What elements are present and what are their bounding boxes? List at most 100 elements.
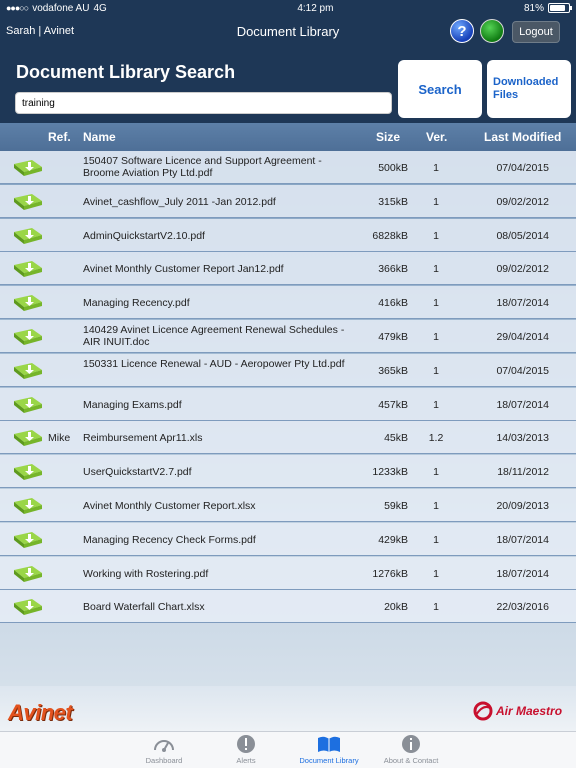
table-header: Ref. Name Size Ver. Last Modified — [0, 123, 576, 151]
tab-label-about-contact: About & Contact — [383, 756, 439, 765]
table-row[interactable]: 150407 Software Licence and Support Agre… — [0, 151, 576, 184]
download-icon[interactable] — [12, 192, 44, 212]
row-last-modified: 22/03/2016 — [496, 601, 549, 614]
row-last-modified: 18/07/2014 — [496, 533, 549, 546]
download-icon[interactable] — [12, 259, 44, 279]
column-header-size[interactable]: Size — [376, 130, 400, 144]
tab-about-contact[interactable]: About & Contact — [371, 734, 451, 765]
table-row[interactable]: Avinet_cashflow_July 2011 -Jan 2012.pdf 3… — [0, 184, 576, 218]
airmaestro-logo: Air Maestro — [472, 700, 562, 722]
download-icon[interactable] — [12, 530, 44, 550]
table-row[interactable]: Board Waterfall Chart.xlsx 20kB 1 22/03/201… — [0, 590, 576, 624]
row-size: 365kB — [378, 364, 408, 377]
logo-bar: Avinet Air Maestro — [0, 686, 576, 731]
row-last-modified: 29/04/2014 — [496, 331, 549, 343]
row-name: Avinet Monthly Customer Report Jan12.pdf — [83, 263, 284, 276]
table-row[interactable]: 150331 Licence Renewal - AUD - Aeropower… — [0, 353, 576, 387]
signal-strength-icon: ●●●○○ — [6, 3, 29, 13]
row-last-modified: 20/09/2013 — [496, 500, 549, 512]
row-version: 1 — [433, 466, 439, 479]
row-size: 500kB — [378, 162, 408, 174]
download-icon[interactable] — [12, 158, 44, 178]
tab-alerts[interactable]: Alerts — [206, 734, 286, 765]
download-icon[interactable] — [12, 428, 44, 448]
carrier-name: vodafone AU — [32, 2, 90, 14]
status-time: 4:12 pm — [297, 2, 334, 14]
row-last-modified: 07/04/2015 — [496, 364, 549, 377]
download-icon[interactable] — [12, 597, 44, 617]
table-row[interactable]: Avinet Monthly Customer Report Jan12.pdf… — [0, 252, 576, 286]
row-version: 1 — [433, 398, 439, 411]
row-size: 6828kB — [372, 229, 408, 242]
row-last-modified: 14/03/2013 — [496, 432, 549, 445]
search-button[interactable]: Search — [398, 60, 482, 118]
row-name: Board Waterfall Chart.xlsx — [83, 601, 205, 614]
tab-dashboard[interactable]: Dashboard — [124, 734, 204, 765]
row-size: 479kB — [378, 331, 408, 343]
download-icon[interactable] — [12, 496, 44, 516]
row-last-modified: 18/07/2014 — [496, 398, 549, 411]
table-row[interactable]: Managing Exams.pdf 457kB 1 18/07/2014 — [0, 387, 576, 421]
row-size: 457kB — [378, 398, 408, 411]
row-last-modified: 18/11/2012 — [497, 466, 549, 479]
table-row[interactable]: Managing Recency Check Forms.pdf 429kB 1 18… — [0, 522, 576, 556]
row-version: 1 — [433, 567, 439, 580]
table-row[interactable]: Working with Rostering.pdf 1276kB 1 18/07/2… — [0, 556, 576, 590]
table-row[interactable]: AdminQuickstartV2.10.pdf 6828kB 1 08/05/201… — [0, 218, 576, 252]
row-size: 416kB — [378, 297, 408, 310]
row-size: 366kB — [378, 263, 408, 276]
table-row[interactable]: Mike Reimbursement Apr11.xls 45kB 1.2 14/03/… — [0, 421, 576, 455]
row-size: 45kB — [384, 432, 408, 445]
row-name: Avinet_cashflow_July 2011 -Jan 2012.pdf — [83, 195, 276, 208]
row-size: 1233kB — [372, 466, 408, 479]
download-icon[interactable] — [12, 462, 44, 482]
download-icon[interactable] — [12, 361, 44, 381]
tab-label-dashboard: Dashboard — [145, 756, 183, 765]
help-button[interactable]: ? — [450, 19, 474, 43]
download-icon[interactable] — [12, 293, 44, 313]
table-row[interactable]: 140429 Avinet Licence Agreement Renewal … — [0, 320, 576, 353]
search-title: Document Library Search — [16, 62, 236, 82]
search-input[interactable] — [15, 92, 392, 114]
row-version: 1 — [433, 229, 439, 242]
airmaestro-swirl-icon — [473, 701, 493, 721]
row-name: Reimbursement Apr11.xls — [83, 432, 203, 445]
row-version: 1 — [433, 601, 439, 614]
row-size: 1276kB — [372, 567, 408, 580]
column-header-last-modified[interactable]: Last Modified — [484, 130, 561, 144]
row-name: 140429 Avinet Licence Agreement Renewal … — [83, 324, 345, 348]
row-ref: Mike — [48, 432, 71, 445]
row-name: UserQuickstartV2.7.pdf — [83, 466, 192, 479]
table-row[interactable]: Managing Recency.pdf 416kB 1 18/07/2014 — [0, 286, 576, 320]
download-icon[interactable] — [12, 327, 44, 347]
row-name: Managing Recency.pdf — [83, 297, 190, 310]
row-last-modified: 07/04/2015 — [496, 162, 549, 174]
column-header-ref[interactable]: Ref. — [48, 130, 71, 144]
nav-bar: Sarah | Avinet Document Library ? Logout — [0, 16, 576, 48]
column-header-version[interactable]: Ver. — [426, 130, 447, 144]
row-last-modified: 09/02/2012 — [496, 263, 549, 276]
row-size: 315kB — [378, 195, 408, 208]
downloaded-files-button[interactable]: Downloaded Files — [487, 60, 571, 118]
logout-button[interactable]: Logout — [512, 21, 560, 43]
download-icon[interactable] — [12, 564, 44, 584]
connection-status-icon[interactable] — [480, 19, 504, 43]
info-icon — [402, 735, 420, 753]
row-size: 20kB — [384, 601, 408, 614]
row-name: 150331 Licence Renewal - AUD - Aeropower… — [83, 357, 345, 370]
tab-label-document-library: Document Library — [299, 756, 359, 765]
tab-document-library[interactable]: Document Library — [289, 734, 369, 765]
row-size: 429kB — [378, 533, 408, 546]
column-header-name[interactable]: Name — [83, 130, 116, 144]
battery-icon — [547, 3, 572, 13]
row-version: 1.2 — [428, 432, 444, 445]
table-row[interactable]: Avinet Monthly Customer Report.xlsx 59kB 1… — [0, 489, 576, 522]
row-version: 1 — [433, 364, 439, 377]
downloaded-files-label: Downloaded Files — [493, 76, 559, 101]
table-row[interactable]: UserQuickstartV2.7.pdf 1233kB 1 18/11/2012 — [0, 455, 576, 489]
network-type: 4G — [93, 2, 107, 14]
row-name: Avinet Monthly Customer Report.xlsx — [83, 500, 256, 512]
row-version: 1 — [433, 533, 439, 546]
download-icon[interactable] — [12, 395, 44, 415]
download-icon[interactable] — [12, 226, 44, 246]
